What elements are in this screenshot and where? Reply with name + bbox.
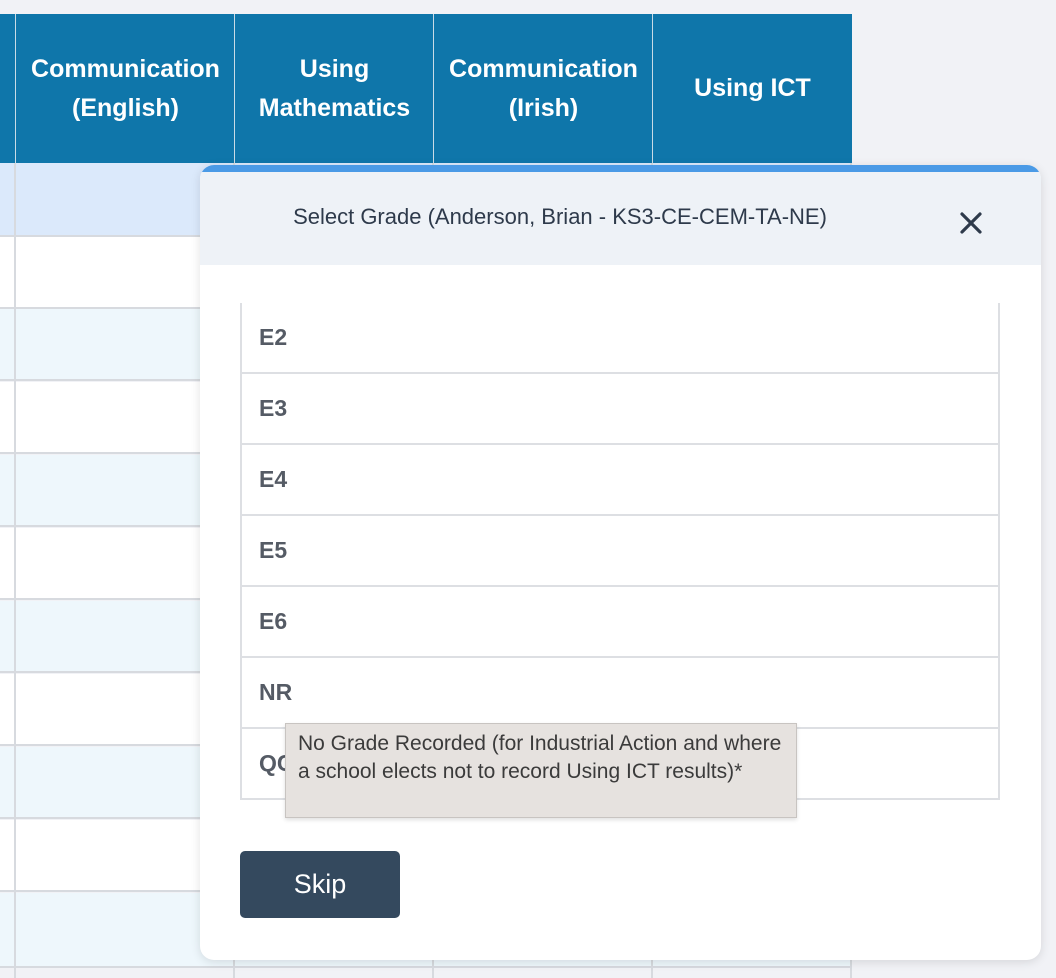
table-header-row: Communication (English) Using Mathematics … — [0, 14, 852, 163]
modal-header: Select Grade (Anderson, Brian - KS3-CE-C… — [200, 172, 1041, 265]
grade-option-e6[interactable]: E6 — [242, 585, 998, 656]
grade-option-nr[interactable]: NR — [242, 656, 998, 727]
close-icon[interactable] — [956, 208, 986, 238]
header-line: Mathematics — [258, 93, 411, 122]
grade-table: Communication (English) Using Mathematics … — [0, 14, 852, 163]
header-using-ict: Using ICT — [652, 14, 852, 163]
grade-option-e3[interactable]: E3 — [242, 372, 998, 443]
header-communication-irish: Communication (Irish) — [433, 14, 653, 163]
grade-option-e4[interactable]: E4 — [242, 443, 998, 514]
grade-option-e2[interactable]: E2 — [242, 303, 998, 372]
header-line: (English) — [72, 93, 179, 122]
header-cell-partial — [0, 14, 16, 163]
header-communication-english: Communication (English) — [15, 14, 235, 163]
page: Communication (English) Using Mathematics … — [0, 0, 1056, 978]
modal-title: Select Grade (Anderson, Brian - KS3-CE-C… — [293, 204, 827, 229]
header-using-mathematics: Using Mathematics — [234, 14, 434, 163]
grade-option-e5[interactable]: E5 — [242, 514, 998, 585]
select-grade-modal: Select Grade (Anderson, Brian - KS3-CE-C… — [200, 165, 1041, 960]
grade-tooltip: No Grade Recorded (for Industrial Action… — [285, 723, 797, 818]
header-line: Communication — [449, 54, 638, 83]
skip-button[interactable]: Skip — [240, 851, 400, 918]
header-line: Using — [299, 54, 370, 83]
column-divider — [14, 163, 16, 978]
header-line: (Irish) — [508, 93, 579, 122]
header-line: Using ICT — [694, 74, 811, 102]
header-line: Communication — [31, 54, 220, 83]
